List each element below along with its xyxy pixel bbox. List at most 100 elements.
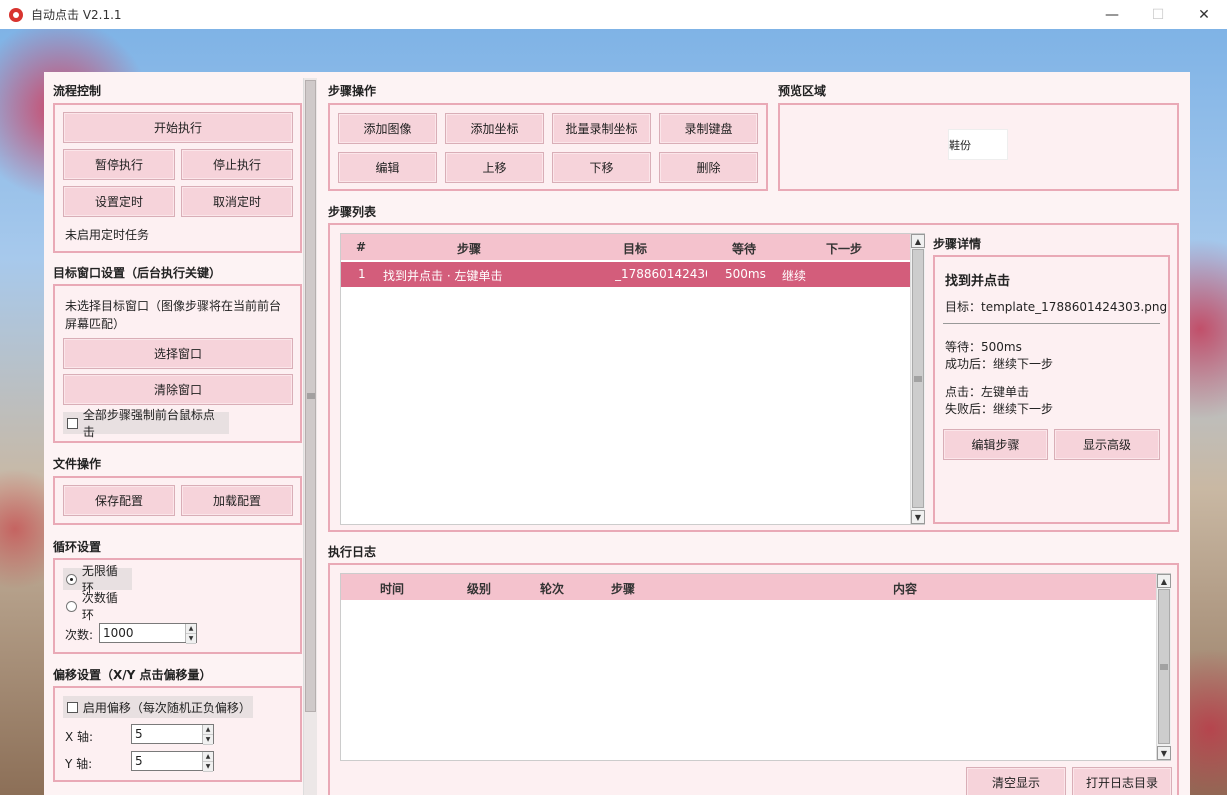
y-offset-spinbox[interactable]: 5 ▲ ▼ — [131, 751, 214, 772]
loop-count-spinbox[interactable]: 1000 ▲ ▼ — [99, 623, 197, 644]
main-panel: 流程控制 开始执行 暂停执行 停止执行 设置定时 取消定时 未启用定时任务 目标… — [44, 72, 1190, 795]
left-panel-scrollbar[interactable] — [303, 78, 317, 795]
left-scroll-thumb[interactable] — [305, 80, 316, 712]
minimize-button[interactable]: — — [1089, 0, 1135, 29]
y-axis-label: Y 轴: — [65, 757, 93, 771]
enable-offset-checkbox[interactable]: 启用偏移（每次随机正负偏移） — [63, 696, 253, 718]
checkbox-icon — [67, 417, 78, 429]
step-detail-group: 找到并点击 目标：template_1788601424303.png 等待：5… — [933, 255, 1170, 524]
step-table-scrollbar[interactable]: ▲ ▼ — [910, 234, 925, 524]
log-group: 时间 级别 轮次 步骤 内容 ▲ ▼ 清空显示 打开日志目录 — [328, 563, 1179, 795]
detail-click: 点击：左键单击 — [945, 385, 1030, 399]
log-table: 时间 级别 轮次 步骤 内容 ▲ ▼ — [340, 573, 1171, 761]
flow-control-title: 流程控制 — [53, 84, 102, 98]
x-offset-spinbox[interactable]: 5 ▲ ▼ — [131, 724, 214, 745]
offset-settings-group: 启用偏移（每次随机正负偏移） X 轴: 5 ▲ ▼ Y 轴: 5 ▲ ▼ — [53, 686, 302, 782]
col-content: 内容 — [893, 582, 918, 596]
spin-up-icon[interactable]: ▲ — [186, 624, 196, 634]
app-icon — [9, 7, 23, 22]
detail-on-fail: 失败后：继续下一步 — [945, 402, 1054, 416]
infinite-loop-radio[interactable]: 无限循环 — [63, 564, 132, 595]
col-log-step: 步骤 — [611, 582, 636, 596]
step-detail-title: 步骤详情 — [933, 237, 982, 251]
radio-selected-icon — [66, 573, 77, 585]
table-row[interactable]: 1 找到并点击 · 左键单击 _178860142430: 500ms 继续 — [341, 262, 910, 287]
clear-window-button[interactable]: 清除窗口 — [63, 374, 293, 405]
force-foreground-checkbox[interactable]: 全部步骤强制前台鼠标点击 — [63, 408, 229, 439]
load-config-button[interactable]: 加载配置 — [181, 485, 293, 516]
spin-down-icon[interactable]: ▼ — [203, 762, 213, 772]
add-coord-button[interactable]: 添加坐标 — [445, 113, 544, 144]
scroll-down-icon[interactable]: ▼ — [1157, 746, 1171, 760]
radio-icon — [66, 600, 77, 612]
select-window-button[interactable]: 选择窗口 — [63, 338, 293, 369]
edit-button[interactable]: 编辑 — [338, 152, 437, 183]
stop-button[interactable]: 停止执行 — [181, 149, 293, 180]
col-next: 下一步 — [826, 242, 863, 256]
detail-wait: 等待：500ms — [945, 340, 1022, 354]
col-target: 目标 — [623, 242, 648, 256]
col-round: 轮次 — [540, 582, 565, 596]
close-button[interactable]: ✕ — [1181, 0, 1227, 29]
preview-group: 鞋份 — [778, 103, 1179, 191]
col-level: 级别 — [467, 582, 492, 596]
batch-record-coord-button[interactable]: 批量录制坐标 — [552, 113, 651, 144]
cancel-timer-button[interactable]: 取消定时 — [181, 186, 293, 217]
pause-button[interactable]: 暂停执行 — [63, 149, 175, 180]
checkbox-icon — [67, 701, 78, 713]
detail-on-success: 成功后：继续下一步 — [945, 357, 1054, 371]
row-step: 找到并点击 · 左键单击 — [383, 269, 503, 283]
show-advanced-button[interactable]: 显示高级 — [1054, 429, 1160, 460]
spin-down-icon[interactable]: ▼ — [203, 735, 213, 745]
target-status-line1: 未选择目标窗口（图像步骤将在当前前台 — [65, 299, 282, 313]
open-log-dir-button[interactable]: 打开日志目录 — [1072, 767, 1172, 795]
count-loop-radio[interactable]: 次数循环 — [63, 591, 132, 622]
preview-title: 预览区域 — [778, 84, 827, 98]
clear-log-button[interactable]: 清空显示 — [966, 767, 1066, 795]
step-scroll-thumb[interactable] — [912, 249, 924, 508]
edit-step-button[interactable]: 编辑步骤 — [943, 429, 1048, 460]
log-scroll-thumb[interactable] — [1158, 589, 1170, 744]
row-target: _178860142430: — [615, 267, 707, 281]
x-offset-value: 5 — [135, 727, 143, 741]
delete-button[interactable]: 删除 — [659, 152, 758, 183]
file-ops-title: 文件操作 — [53, 457, 102, 471]
set-timer-button[interactable]: 设置定时 — [63, 186, 175, 217]
log-title: 执行日志 — [328, 545, 377, 559]
move-up-button[interactable]: 上移 — [445, 152, 544, 183]
preview-thumbnail: 鞋份 — [948, 129, 1008, 160]
spin-down-icon[interactable]: ▼ — [186, 634, 196, 644]
start-button[interactable]: 开始执行 — [63, 112, 293, 143]
step-list-group: # 步骤 目标 等待 下一步 1 找到并点击 · 左键单击 _178860142… — [328, 223, 1179, 532]
row-wait: 500ms — [725, 267, 766, 281]
spin-up-icon[interactable]: ▲ — [203, 752, 213, 762]
step-ops-title: 步骤操作 — [328, 84, 377, 98]
log-table-header — [341, 574, 1156, 600]
save-config-button[interactable]: 保存配置 — [63, 485, 175, 516]
loop-settings-group: 无限循环 次数循环 次数: 1000 ▲ ▼ — [53, 558, 302, 654]
target-window-title: 目标窗口设置（后台执行关键） — [53, 266, 222, 280]
step-ops-group: 添加图像 添加坐标 批量录制坐标 录制键盘 编辑 上移 下移 删除 — [328, 103, 768, 191]
row-next: 继续 — [782, 269, 807, 283]
loop-count-value: 1000 — [103, 626, 134, 640]
target-status-line2: 屏幕匹配） — [65, 317, 126, 331]
log-table-scrollbar[interactable]: ▲ ▼ — [1156, 574, 1171, 760]
x-axis-label: X 轴: — [65, 730, 94, 744]
spin-up-icon[interactable]: ▲ — [203, 725, 213, 735]
scroll-up-icon[interactable]: ▲ — [1157, 574, 1171, 588]
move-down-button[interactable]: 下移 — [552, 152, 651, 183]
col-wait: 等待 — [732, 242, 757, 256]
col-step: 步骤 — [457, 242, 482, 256]
maximize-button[interactable]: ☐ — [1135, 0, 1181, 29]
scroll-down-icon[interactable]: ▼ — [911, 510, 925, 524]
loop-settings-title: 循环设置 — [53, 540, 102, 554]
flow-control-group: 开始执行 暂停执行 停止执行 设置定时 取消定时 未启用定时任务 — [53, 103, 302, 253]
scroll-up-icon[interactable]: ▲ — [911, 234, 925, 248]
offset-settings-title: 偏移设置（X/Y 点击偏移量） — [53, 668, 212, 682]
window-title: 自动点击 V2.1.1 — [31, 8, 122, 22]
step-table: # 步骤 目标 等待 下一步 1 找到并点击 · 左键单击 _178860142… — [340, 233, 925, 525]
record-keyboard-button[interactable]: 录制键盘 — [659, 113, 758, 144]
col-time: 时间 — [380, 582, 405, 596]
detail-divider — [943, 323, 1160, 324]
add-image-button[interactable]: 添加图像 — [338, 113, 437, 144]
